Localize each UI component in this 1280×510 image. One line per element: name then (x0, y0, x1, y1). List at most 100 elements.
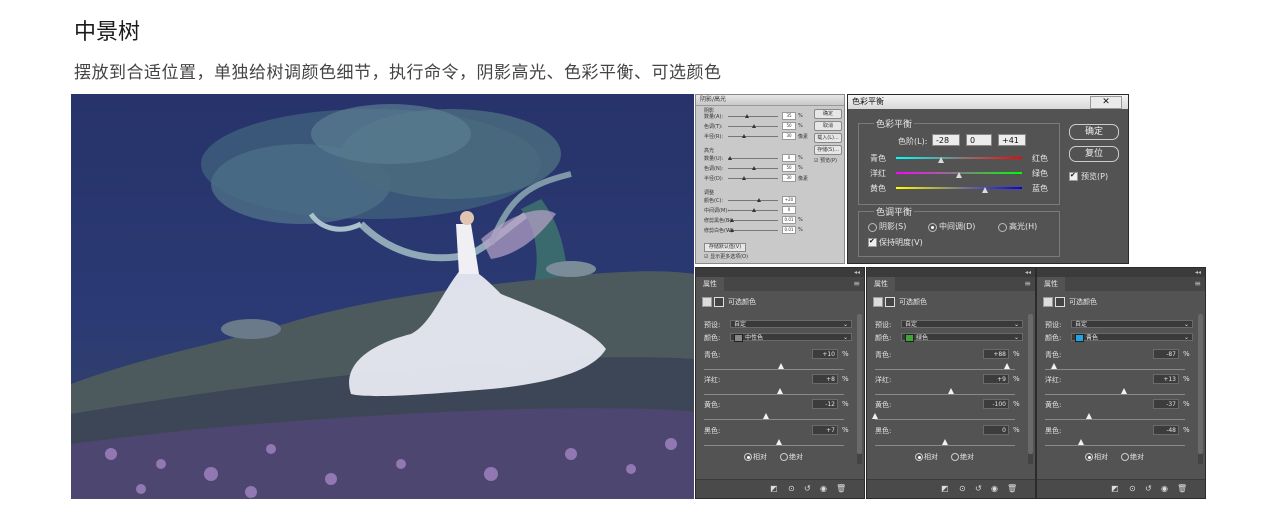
clip-to-layer-icon[interactable]: ◩ (770, 484, 778, 493)
param-slider-thumb[interactable] (752, 124, 756, 128)
yellow-blue-track[interactable] (896, 187, 1022, 189)
param-slider-thumb[interactable] (742, 134, 747, 138)
save-button[interactable]: 存储(S)... (814, 145, 842, 155)
ok-button[interactable]: 确定 (814, 109, 842, 119)
shadows-radio[interactable] (868, 223, 877, 232)
param-value-input[interactable]: 30 (782, 132, 796, 140)
save-default-button[interactable]: 存储默认值(V) (704, 243, 746, 252)
collapse-arrows-icon[interactable]: ◂◂ (867, 268, 1035, 277)
channel-value-input[interactable]: +7 (812, 425, 838, 435)
channel-slider-thumb[interactable] (948, 388, 955, 394)
panel-menu-icon[interactable]: ≡ (1194, 279, 1201, 288)
param-slider-thumb[interactable] (744, 114, 749, 118)
channel-slider-track[interactable] (1045, 394, 1185, 395)
panel-menu-icon[interactable]: ≡ (853, 279, 860, 288)
color-select[interactable]: 中性色 ⌄ (730, 333, 852, 342)
channel-slider-thumb[interactable] (776, 388, 783, 394)
param-value-input[interactable]: 0.01 (782, 216, 796, 224)
preset-select[interactable]: 自定 ⌄ (901, 320, 1023, 328)
channel-value-input[interactable]: -12 (812, 399, 838, 409)
absolute-radio[interactable] (1121, 453, 1129, 461)
panel-scrollbar[interactable] (1028, 314, 1033, 464)
channel-value-input[interactable]: -48 (1153, 425, 1179, 435)
channel-value-input[interactable]: -100 (983, 399, 1009, 409)
preview-checkbox-label[interactable]: ☑ 预览(P) (814, 157, 837, 164)
preserve-luminosity-checkbox[interactable] (868, 237, 877, 247)
panel-menu-icon[interactable]: ≡ (1024, 279, 1031, 288)
panel-scrollbar[interactable] (1198, 314, 1203, 464)
param-value-input[interactable]: 50 (782, 164, 796, 172)
yellow-blue-slider-thumb[interactable] (981, 187, 988, 193)
visibility-eye-icon[interactable]: ◉ (820, 484, 827, 493)
channel-slider-track[interactable] (875, 394, 1015, 395)
channel-value-input[interactable]: 0 (983, 425, 1009, 435)
param-slider-thumb[interactable] (728, 156, 732, 160)
param-slider[interactable] (728, 134, 778, 138)
channel-slider-thumb[interactable] (1086, 413, 1093, 419)
param-slider[interactable] (728, 166, 778, 170)
param-slider[interactable] (728, 198, 778, 202)
channel-slider-track[interactable] (1045, 445, 1185, 446)
channel-value-input[interactable]: +9 (983, 374, 1009, 384)
tab-properties[interactable]: 属性 (867, 277, 895, 291)
channel-slider-thumb[interactable] (1051, 363, 1058, 369)
channel-slider-thumb[interactable] (1003, 363, 1010, 369)
param-slider[interactable] (728, 228, 778, 232)
channel-slider-track[interactable] (704, 369, 844, 370)
mask-icon[interactable] (714, 297, 724, 307)
collapse-arrows-icon[interactable]: ◂◂ (1037, 268, 1205, 277)
param-value-input[interactable]: 0 (782, 206, 796, 214)
channel-value-input[interactable]: +13 (1153, 374, 1179, 384)
absolute-radio[interactable] (951, 453, 959, 461)
view-previous-icon[interactable]: ⊙ (788, 484, 795, 493)
param-slider[interactable] (728, 176, 778, 180)
param-slider-thumb[interactable] (752, 166, 756, 170)
channel-slider-thumb[interactable] (1121, 388, 1128, 394)
channel-slider-track[interactable] (1045, 419, 1185, 420)
param-slider-thumb[interactable] (752, 208, 756, 212)
param-slider[interactable] (728, 218, 778, 222)
channel-slider-track[interactable] (704, 419, 844, 420)
param-slider[interactable] (728, 208, 778, 212)
mask-icon[interactable] (885, 297, 895, 307)
load-button[interactable]: 载入(L)... (814, 133, 842, 143)
param-value-input[interactable]: 0 (782, 154, 796, 162)
param-slider-thumb[interactable] (742, 176, 747, 180)
close-button[interactable]: ✕ (1090, 96, 1122, 109)
mask-icon[interactable] (1055, 297, 1065, 307)
channel-slider-thumb[interactable] (778, 363, 784, 369)
channel-slider-track[interactable] (875, 369, 1015, 370)
panel-scrollbar[interactable] (857, 314, 862, 464)
absolute-radio[interactable] (780, 453, 788, 461)
tab-properties[interactable]: 属性 (696, 277, 724, 291)
param-value-input[interactable]: 30 (782, 174, 796, 182)
param-value-input[interactable]: +20 (782, 196, 796, 204)
preset-select[interactable]: 自定 ⌄ (1071, 320, 1193, 328)
preview-checkbox[interactable] (1069, 171, 1078, 181)
channel-value-input[interactable]: -37 (1153, 399, 1179, 409)
param-slider[interactable] (728, 124, 778, 128)
channel-slider-track[interactable] (1045, 369, 1185, 370)
param-value-input[interactable]: 50 (782, 122, 796, 130)
visibility-eye-icon[interactable]: ◉ (991, 484, 998, 493)
relative-radio[interactable] (1085, 453, 1093, 461)
color-select[interactable]: 青色 ⌄ (1071, 333, 1193, 342)
channel-slider-track[interactable] (875, 419, 1015, 420)
preset-select[interactable]: 自定 ⌄ (730, 320, 852, 328)
tab-properties[interactable]: 属性 (1037, 277, 1065, 291)
param-slider[interactable] (728, 156, 778, 160)
view-previous-icon[interactable]: ⊙ (959, 484, 966, 493)
cancel-button[interactable]: 取消 (814, 121, 842, 131)
param-slider-thumb[interactable] (730, 218, 735, 222)
param-value-input[interactable]: 0.01 (782, 226, 796, 234)
magenta-green-slider-thumb[interactable] (956, 172, 962, 178)
channel-slider-track[interactable] (704, 445, 844, 446)
level-input-yellow-blue[interactable]: +41 (998, 134, 1026, 146)
param-slider[interactable] (728, 114, 778, 118)
midtones-radio[interactable] (928, 223, 937, 232)
param-slider-thumb[interactable] (756, 198, 761, 202)
channel-slider-thumb[interactable] (1078, 439, 1085, 445)
channel-slider-thumb[interactable] (872, 413, 878, 419)
cyan-red-track[interactable] (896, 157, 1022, 159)
trash-icon[interactable]: 🗑 (1007, 484, 1017, 493)
